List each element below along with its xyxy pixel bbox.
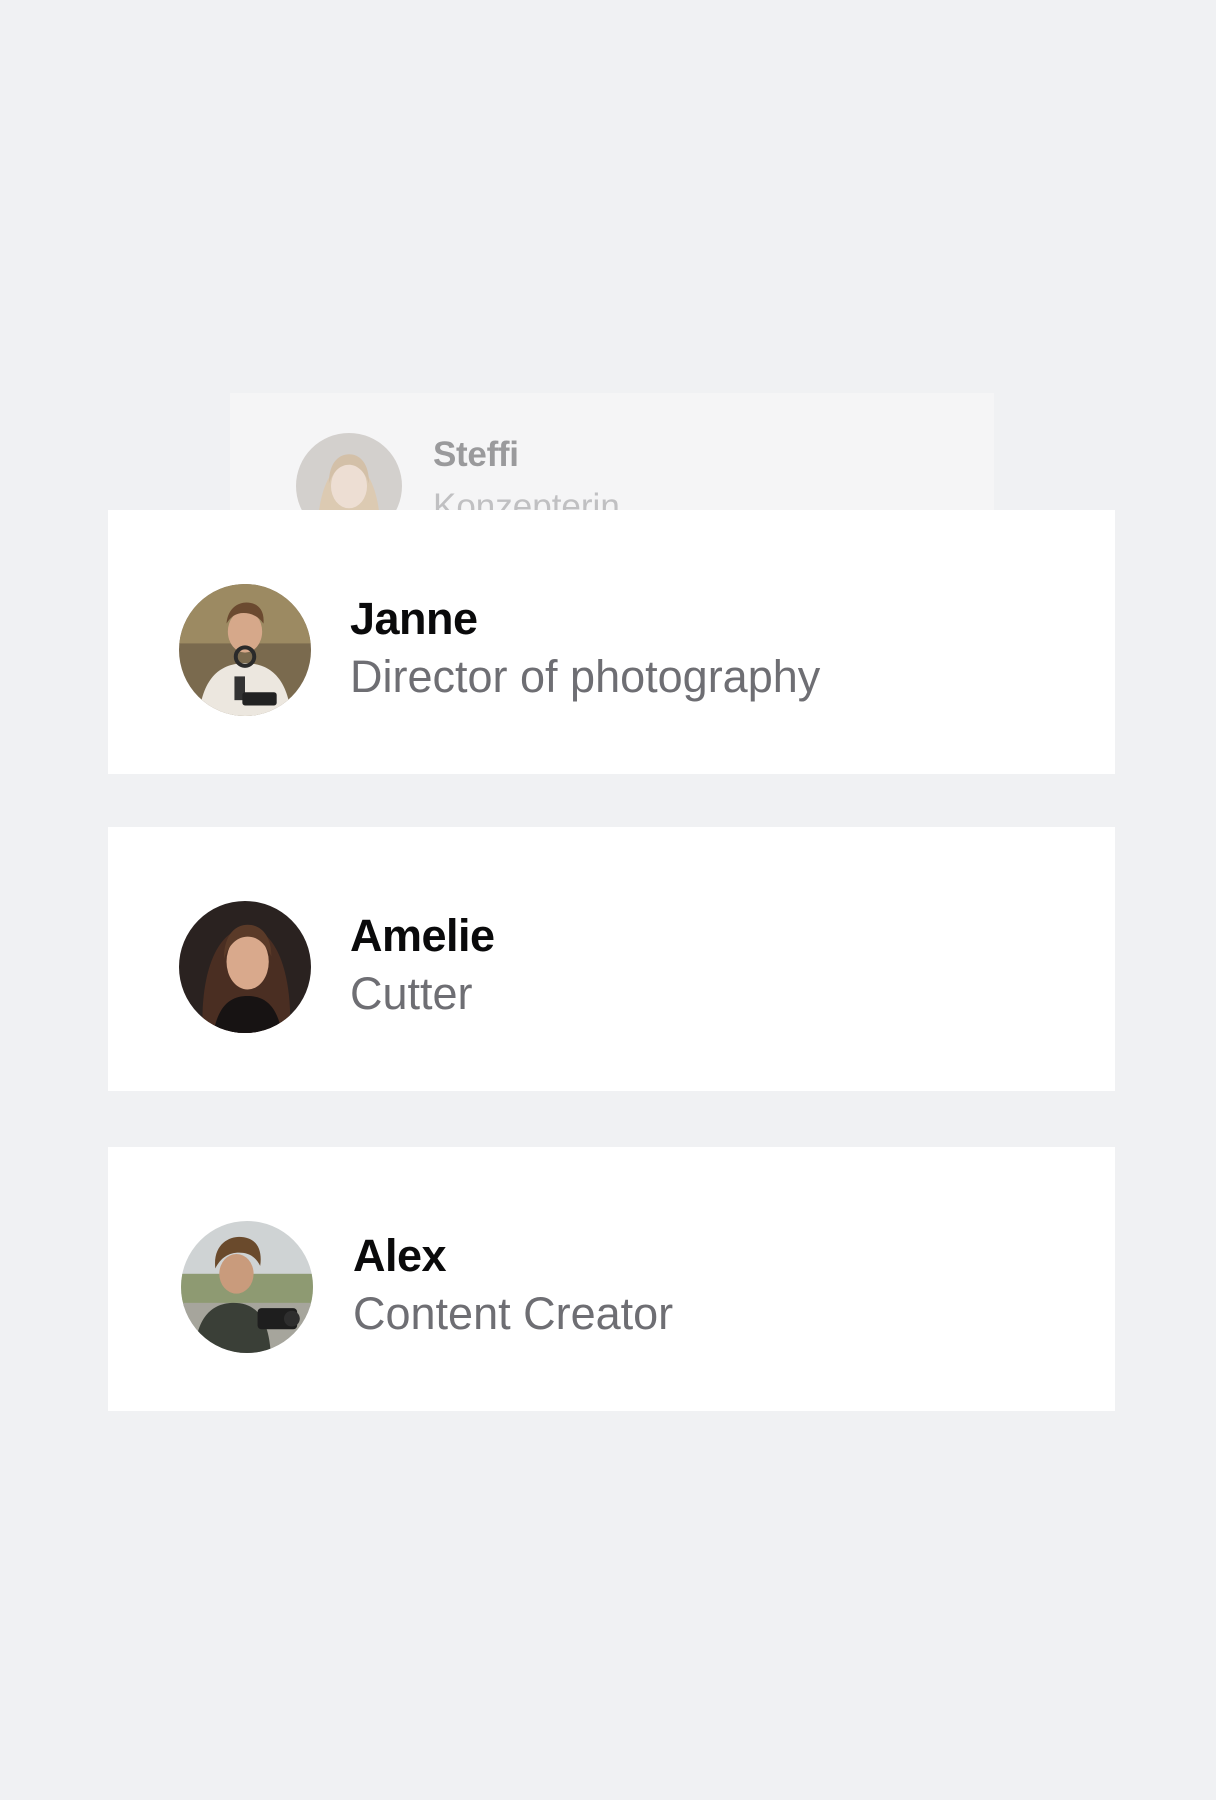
member-name: Amelie [350, 910, 495, 961]
team-card-amelie[interactable]: Amelie Cutter [108, 827, 1115, 1091]
avatar-janne [179, 584, 311, 716]
person-photo-icon [179, 901, 311, 1033]
team-card-janne[interactable]: Janne Director of photography [108, 510, 1115, 774]
member-name: Janne [350, 593, 478, 644]
avatar-amelie [179, 901, 311, 1033]
member-name: Steffi [433, 435, 519, 474]
member-role: Cutter [350, 968, 473, 1019]
team-card-alex[interactable]: Alex Content Creator [108, 1147, 1115, 1411]
avatar-alex [181, 1221, 313, 1353]
member-role: Content Creator [353, 1288, 674, 1339]
person-photo-icon [181, 1221, 313, 1353]
member-role: Director of photography [350, 651, 821, 702]
member-name: Alex [353, 1230, 447, 1281]
person-photo-icon [179, 584, 311, 716]
